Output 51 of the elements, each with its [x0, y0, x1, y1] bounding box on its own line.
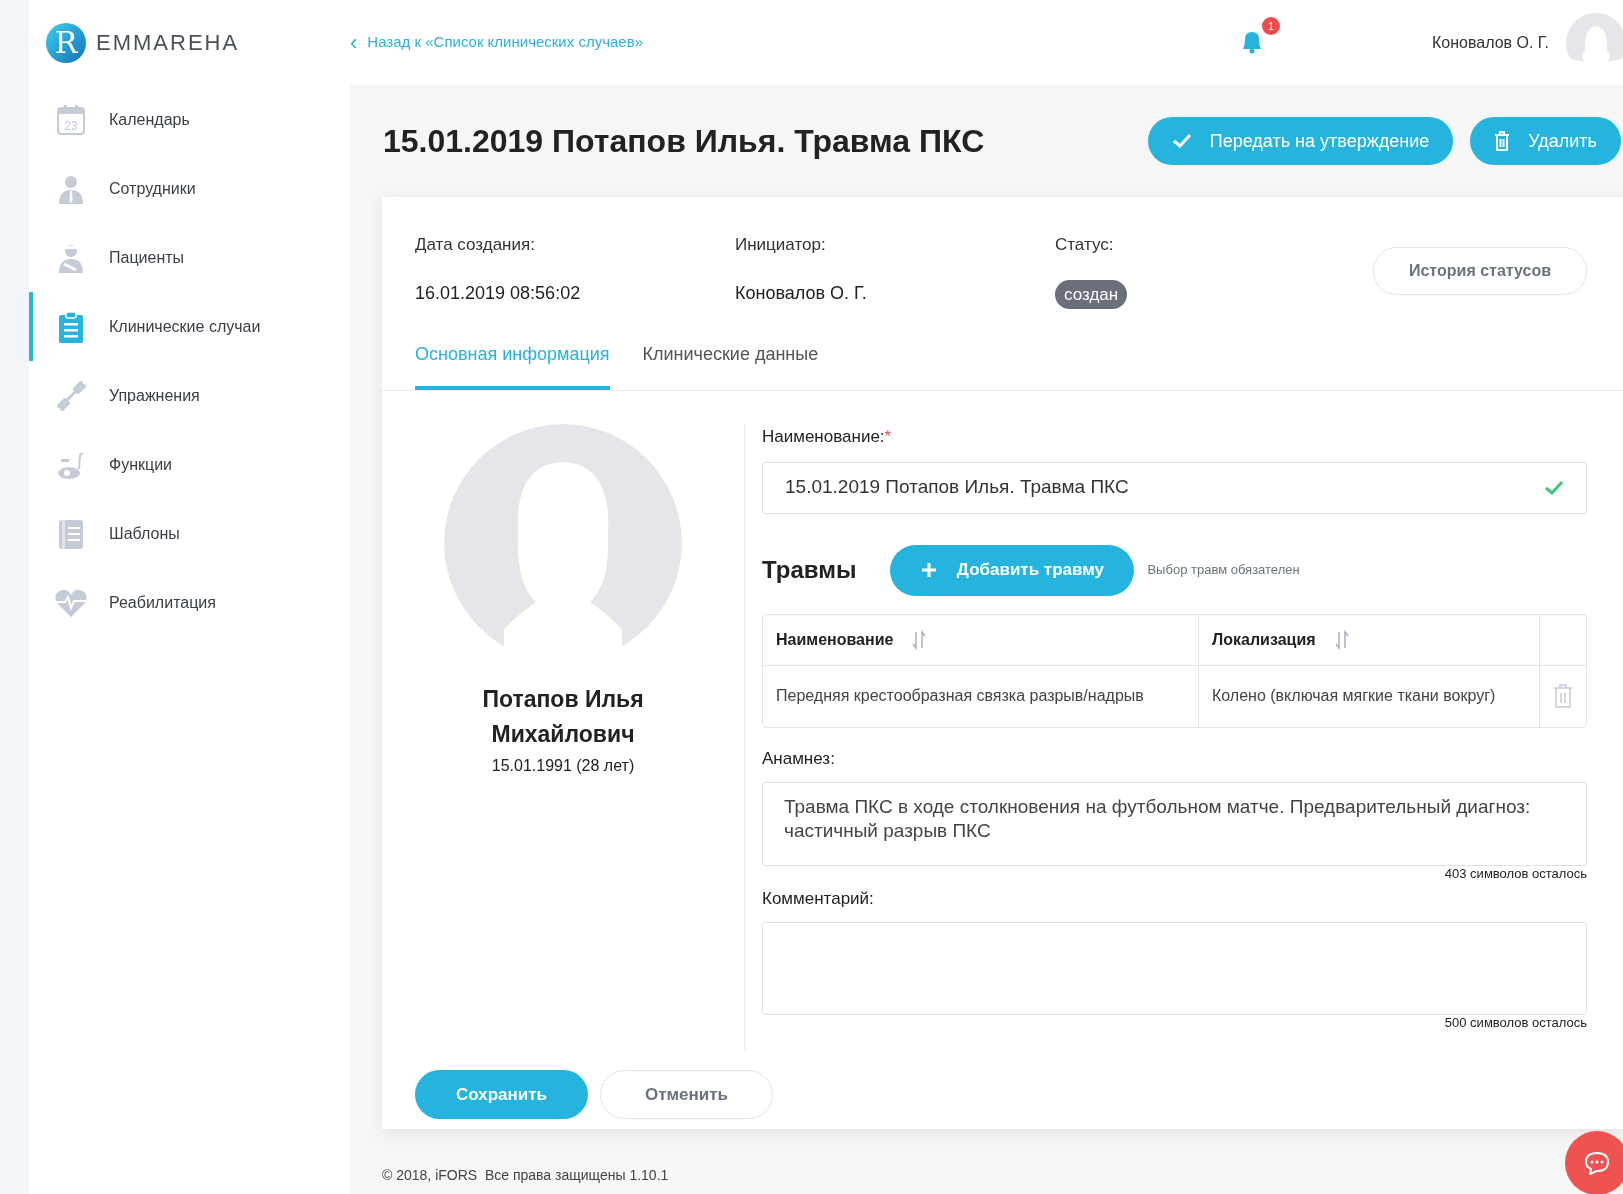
textarea-field[interactable] [762, 922, 1587, 1015]
logo-mark: R [46, 22, 86, 63]
plus-icon [920, 562, 937, 578]
dumbbell-icon [55, 379, 87, 412]
column-header[interactable]: Наименование [776, 627, 894, 652]
table-cell-text: Колено (включая мягкие ткани вокруг) [1212, 686, 1496, 706]
meta-value: 16.01.2019 08:56:02 [415, 282, 581, 303]
sidebar-item[interactable]: Сотрудники [29, 154, 350, 223]
sidebar-item[interactable]: Реабилитация [29, 568, 350, 637]
patient-name: Михайлович [491, 720, 635, 749]
sidebar-item[interactable]: Функции [29, 430, 350, 499]
sidebar-item[interactable]: Упражнения [29, 361, 350, 430]
name-input[interactable]: 15.01.2019 Потапов Илья. Травма ПКС [762, 461, 1587, 514]
avatar-icon[interactable] [1565, 11, 1623, 74]
meta-label: Инициатор: [735, 234, 827, 256]
trash-icon [1494, 131, 1511, 151]
field-label: Наименование:* [762, 427, 892, 446]
field-label: Комментарий: [762, 888, 874, 908]
patient-name: Потапов Илья [482, 685, 644, 714]
hint-text: Выбор травм обязателен [1147, 561, 1300, 580]
chat-icon [1584, 1151, 1610, 1175]
table-cell-text: Передняя крестообразная связка разрыв/надрыв [776, 686, 1144, 706]
meta-label: Статус: [1055, 234, 1115, 256]
sort-icon[interactable] [911, 629, 928, 650]
calendar-icon: 23 [56, 103, 86, 136]
user-name[interactable]: Коновалов О. Г. [1431, 30, 1549, 55]
sidebar-item[interactable]: Пациенты [29, 223, 350, 292]
sort-icon[interactable] [1333, 629, 1350, 650]
notification-bell-icon[interactable] [1241, 31, 1262, 54]
section-title: Травмы [762, 555, 857, 585]
brand-name: EMMAREHA [96, 29, 240, 57]
meta-value: Коновалов О. Г. [735, 282, 867, 303]
trash-icon[interactable] [1553, 683, 1573, 709]
page-title: 15.01.2019 Потапов Илья. Травма ПКС [383, 122, 985, 161]
status-badge: создан [1055, 279, 1128, 309]
character-counter: 403 символов осталось [1444, 865, 1587, 883]
textarea-field[interactable]: Травма ПКС в ходе столкновения на футбольном матче. Предварительный диагноз: частичный разрыв ПКС [762, 782, 1587, 866]
column-header[interactable]: Локализация [1212, 627, 1316, 652]
sidebar-item[interactable]: 23 Календарь [29, 85, 350, 154]
clipboard-icon [56, 310, 86, 343]
avatar-placeholder-icon [444, 424, 682, 662]
sidebar-item[interactable]: Шаблоны [29, 499, 350, 568]
notification-badge: 1 [1261, 17, 1280, 35]
meta-label: Дата создания: [415, 234, 536, 256]
check-icon [1171, 133, 1192, 149]
footer-text: © 2018, iFORS Все права защищены 1.10.1 [382, 1167, 669, 1183]
document-icon [56, 517, 86, 550]
character-counter: 500 символов осталось [1444, 1014, 1587, 1032]
patient-birth-date: 15.01.1991 (28 лет) [491, 756, 635, 776]
field-label: Анамнез: [762, 748, 835, 768]
tab[interactable]: Клинические данные [642, 322, 819, 390]
